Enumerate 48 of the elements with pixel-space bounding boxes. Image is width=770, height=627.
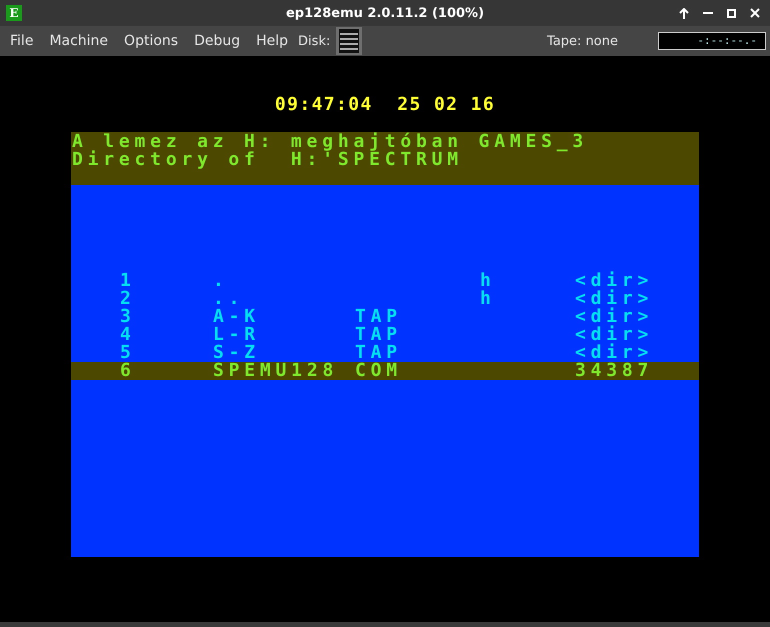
menu-item[interactable]: Machine (49, 33, 108, 49)
header-line: A lemez az H: meghajtóban GAMES_3 (71, 133, 590, 150)
menu-item[interactable]: Options (124, 33, 178, 49)
file-row[interactable]: 3 A-K TAP <dir> (71, 308, 699, 326)
close-icon[interactable] (750, 8, 760, 18)
tape-status: Tape: none (547, 34, 618, 48)
file-size: 34387 (575, 362, 654, 380)
file-size: <dir> (575, 344, 654, 362)
file-name: A-K (213, 308, 261, 326)
menu-item[interactable]: File (10, 33, 34, 49)
file-extension: TAP (355, 342, 402, 363)
file-size: <dir> (575, 272, 654, 290)
file-number: 4 (120, 326, 137, 344)
clock-text: 09:47:04 25 02 16 (274, 94, 496, 117)
file-size: <dir> (575, 308, 654, 326)
file-extension: TAP (355, 324, 402, 345)
file-extension: COM (355, 360, 402, 381)
arrow-up-icon[interactable] (679, 8, 689, 18)
file-number: 1 (120, 272, 137, 290)
header-line: Directory of H:'SPECTRUM (71, 150, 464, 168)
minimize-icon[interactable] (703, 12, 713, 14)
app-icon: E (6, 5, 22, 21)
file-number: 2 (120, 290, 137, 308)
file-row[interactable]: 1 . h <dir> (71, 272, 699, 290)
file-number: 3 (120, 308, 137, 326)
file-name: SPEMU128 (213, 362, 340, 380)
file-attribute: h (480, 270, 496, 291)
file-name: S-Z (213, 344, 260, 362)
file-size: <dir> (575, 290, 654, 308)
tape-position-display: -:--:--.- (658, 32, 766, 50)
file-name: L-R (213, 326, 261, 344)
file-row[interactable]: 2 .. h <dir> (71, 290, 699, 308)
file-attribute: h (480, 288, 496, 309)
file-size: <dir> (575, 326, 654, 344)
menu-item[interactable]: Debug (194, 33, 240, 49)
file-row[interactable]: 4 L-R TAP <dir> (71, 326, 699, 344)
file-extension: TAP (355, 306, 402, 327)
file-name: . (213, 272, 230, 290)
file-row[interactable]: 5 S-Z TAP <dir> (71, 344, 699, 362)
maximize-icon[interactable] (727, 8, 736, 18)
window-title: ep128emu 2.0.11.2 (100%) (286, 6, 484, 20)
file-name: .. (213, 290, 244, 308)
file-number: 6 (120, 362, 137, 380)
highlighted-file-row[interactable]: 6 SPEMU128 COM 34387 (71, 362, 699, 380)
menu-item[interactable]: Help (256, 33, 288, 49)
disk-indicator-icon (336, 27, 362, 55)
file-number: 5 (120, 344, 137, 362)
disk-label: Disk: (298, 34, 330, 48)
